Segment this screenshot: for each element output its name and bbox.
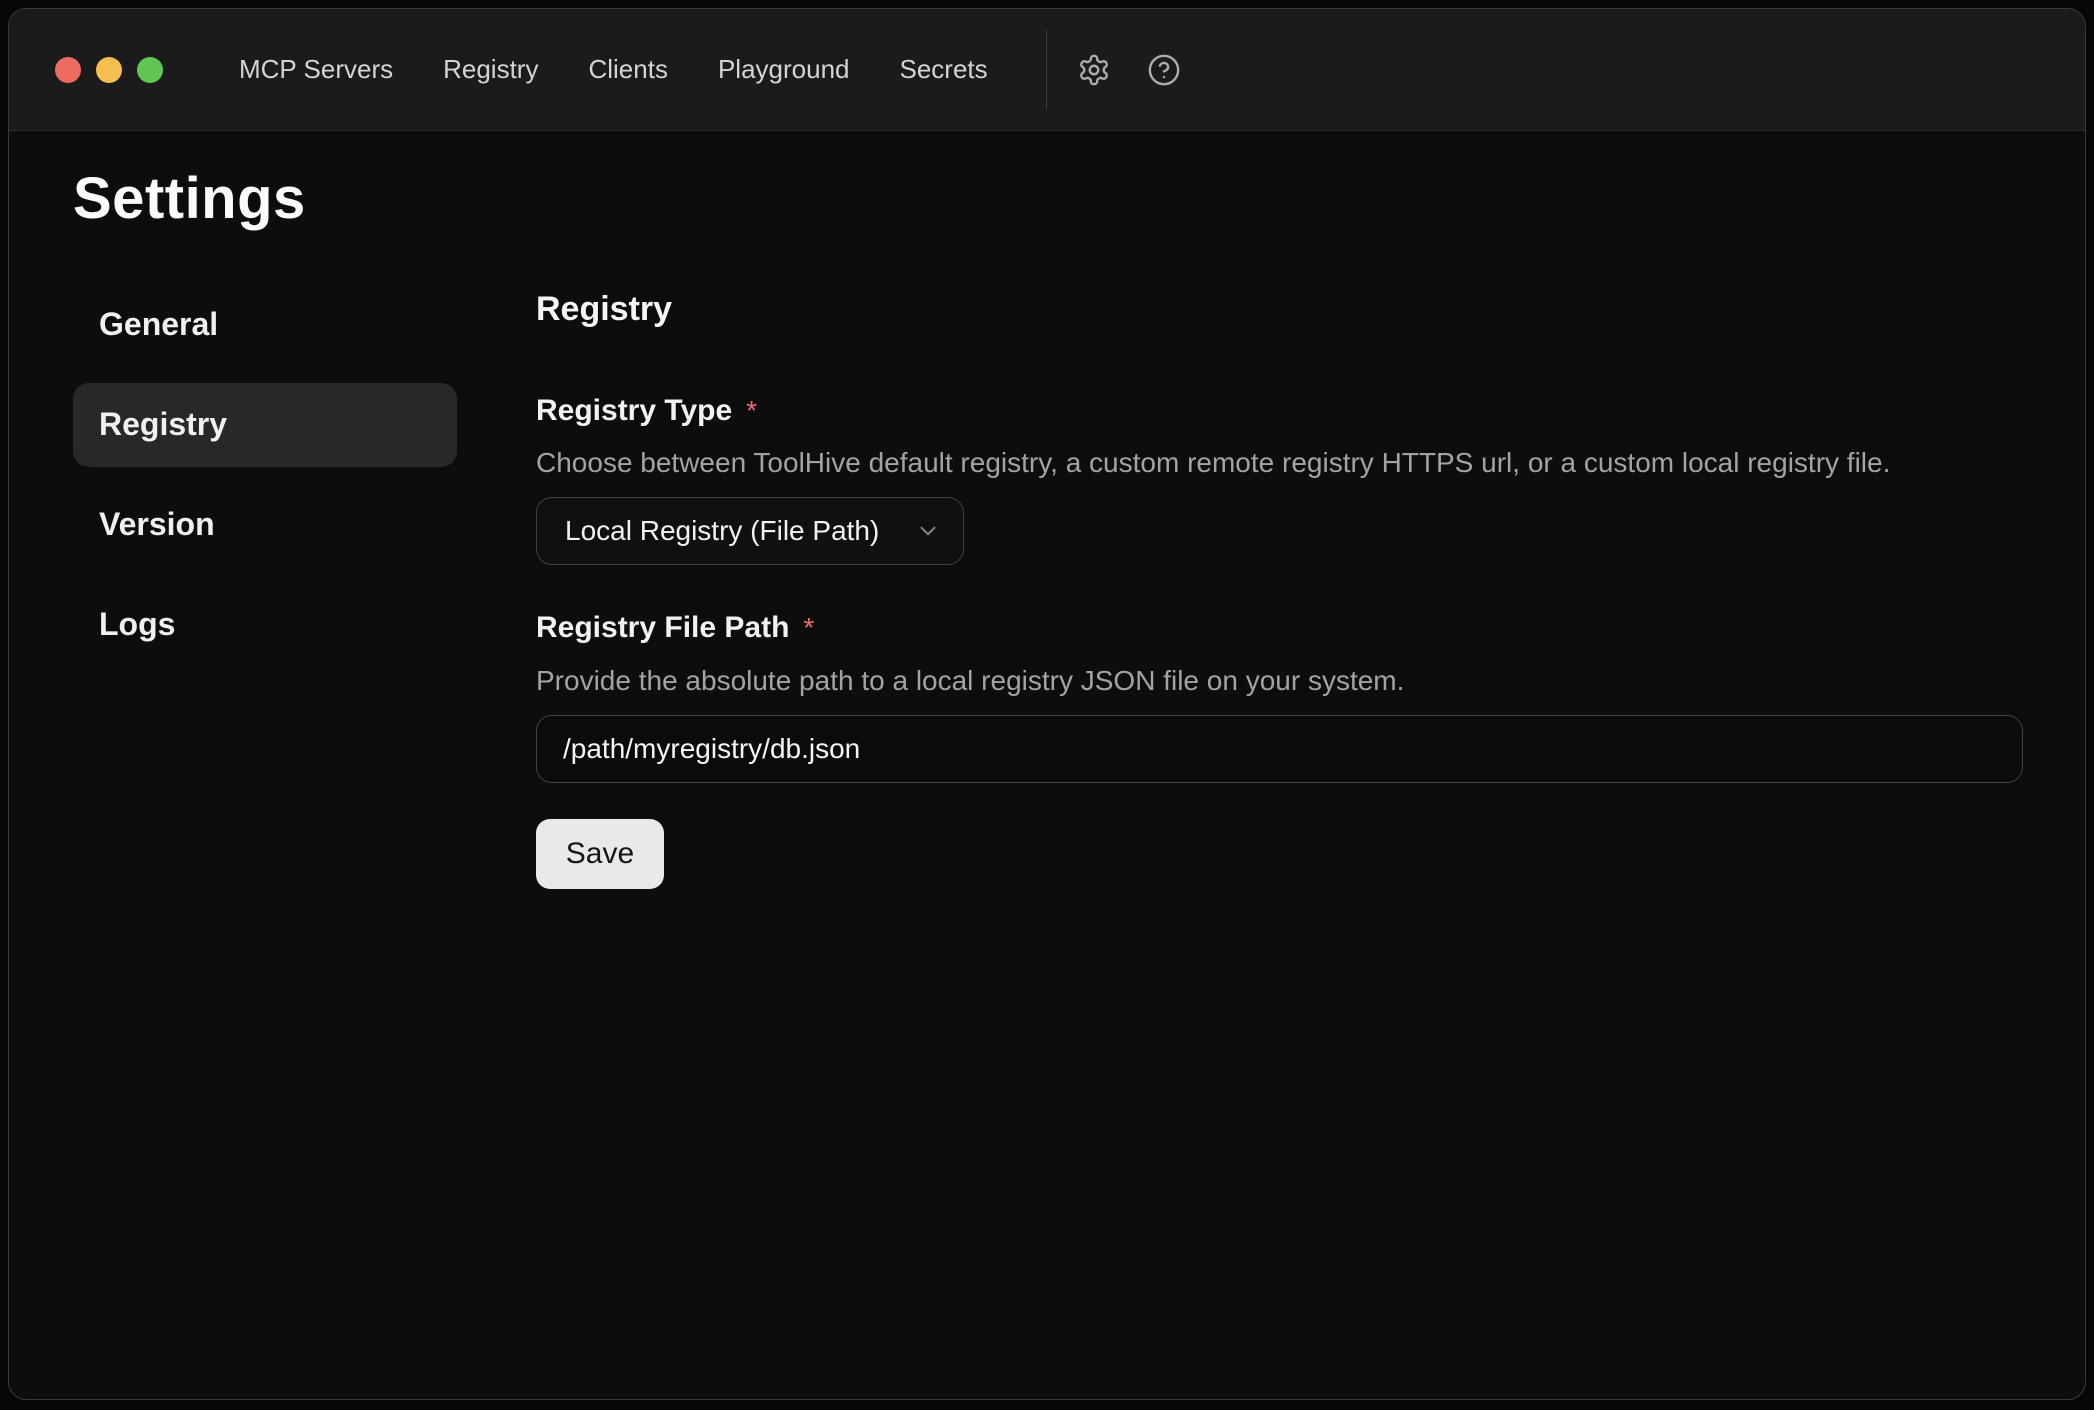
nav-item-playground[interactable]: Playground — [718, 54, 850, 85]
registry-file-path-label-row: Registry File Path * — [536, 609, 2023, 647]
sidebar-item-version[interactable]: Version — [73, 483, 457, 567]
registry-file-path-label: Registry File Path — [536, 609, 789, 647]
registry-type-label-row: Registry Type * — [536, 392, 2023, 430]
registry-type-description: Choose between ToolHive default registry… — [536, 445, 2023, 481]
required-asterisk: * — [746, 392, 757, 428]
gear-icon — [1077, 53, 1111, 87]
registry-type-selected-value: Local Registry (File Path) — [565, 515, 879, 547]
registry-type-select[interactable]: Local Registry (File Path) — [536, 497, 964, 565]
registry-file-path-description: Provide the absolute path to a local reg… — [536, 663, 2023, 699]
save-button[interactable]: Save — [536, 819, 664, 889]
settings-page: Settings General Registry Version Logs R… — [9, 131, 2085, 889]
window-controls — [55, 57, 163, 83]
minimize-button[interactable] — [96, 57, 122, 83]
registry-settings-panel: Registry Registry Type * Choose between … — [536, 283, 2023, 890]
settings-sidebar: General Registry Version Logs — [73, 283, 457, 890]
top-nav: MCP Servers Registry Clients Playground … — [239, 54, 988, 85]
chevron-down-icon — [915, 518, 941, 544]
settings-gear-button[interactable] — [1072, 48, 1116, 92]
sidebar-item-registry[interactable]: Registry — [73, 383, 457, 467]
nav-item-registry[interactable]: Registry — [443, 54, 538, 85]
sidebar-item-logs[interactable]: Logs — [73, 583, 457, 667]
titlebar: MCP Servers Registry Clients Playground … — [9, 9, 2085, 131]
close-button[interactable] — [55, 57, 81, 83]
nav-item-clients[interactable]: Clients — [588, 54, 667, 85]
section-heading: Registry — [536, 289, 2023, 330]
help-circle-icon — [1147, 53, 1181, 87]
registry-type-label: Registry Type — [536, 392, 732, 430]
registry-file-path-input[interactable] — [536, 715, 2023, 783]
page-title: Settings — [73, 167, 2085, 231]
nav-item-mcp-servers[interactable]: MCP Servers — [239, 54, 393, 85]
nav-item-secrets[interactable]: Secrets — [900, 54, 988, 85]
help-button[interactable] — [1142, 48, 1186, 92]
app-window: MCP Servers Registry Clients Playground … — [8, 8, 2086, 1400]
titlebar-divider — [1046, 30, 1047, 110]
sidebar-item-general[interactable]: General — [73, 283, 457, 367]
required-asterisk: * — [803, 609, 814, 645]
zoom-button[interactable] — [137, 57, 163, 83]
